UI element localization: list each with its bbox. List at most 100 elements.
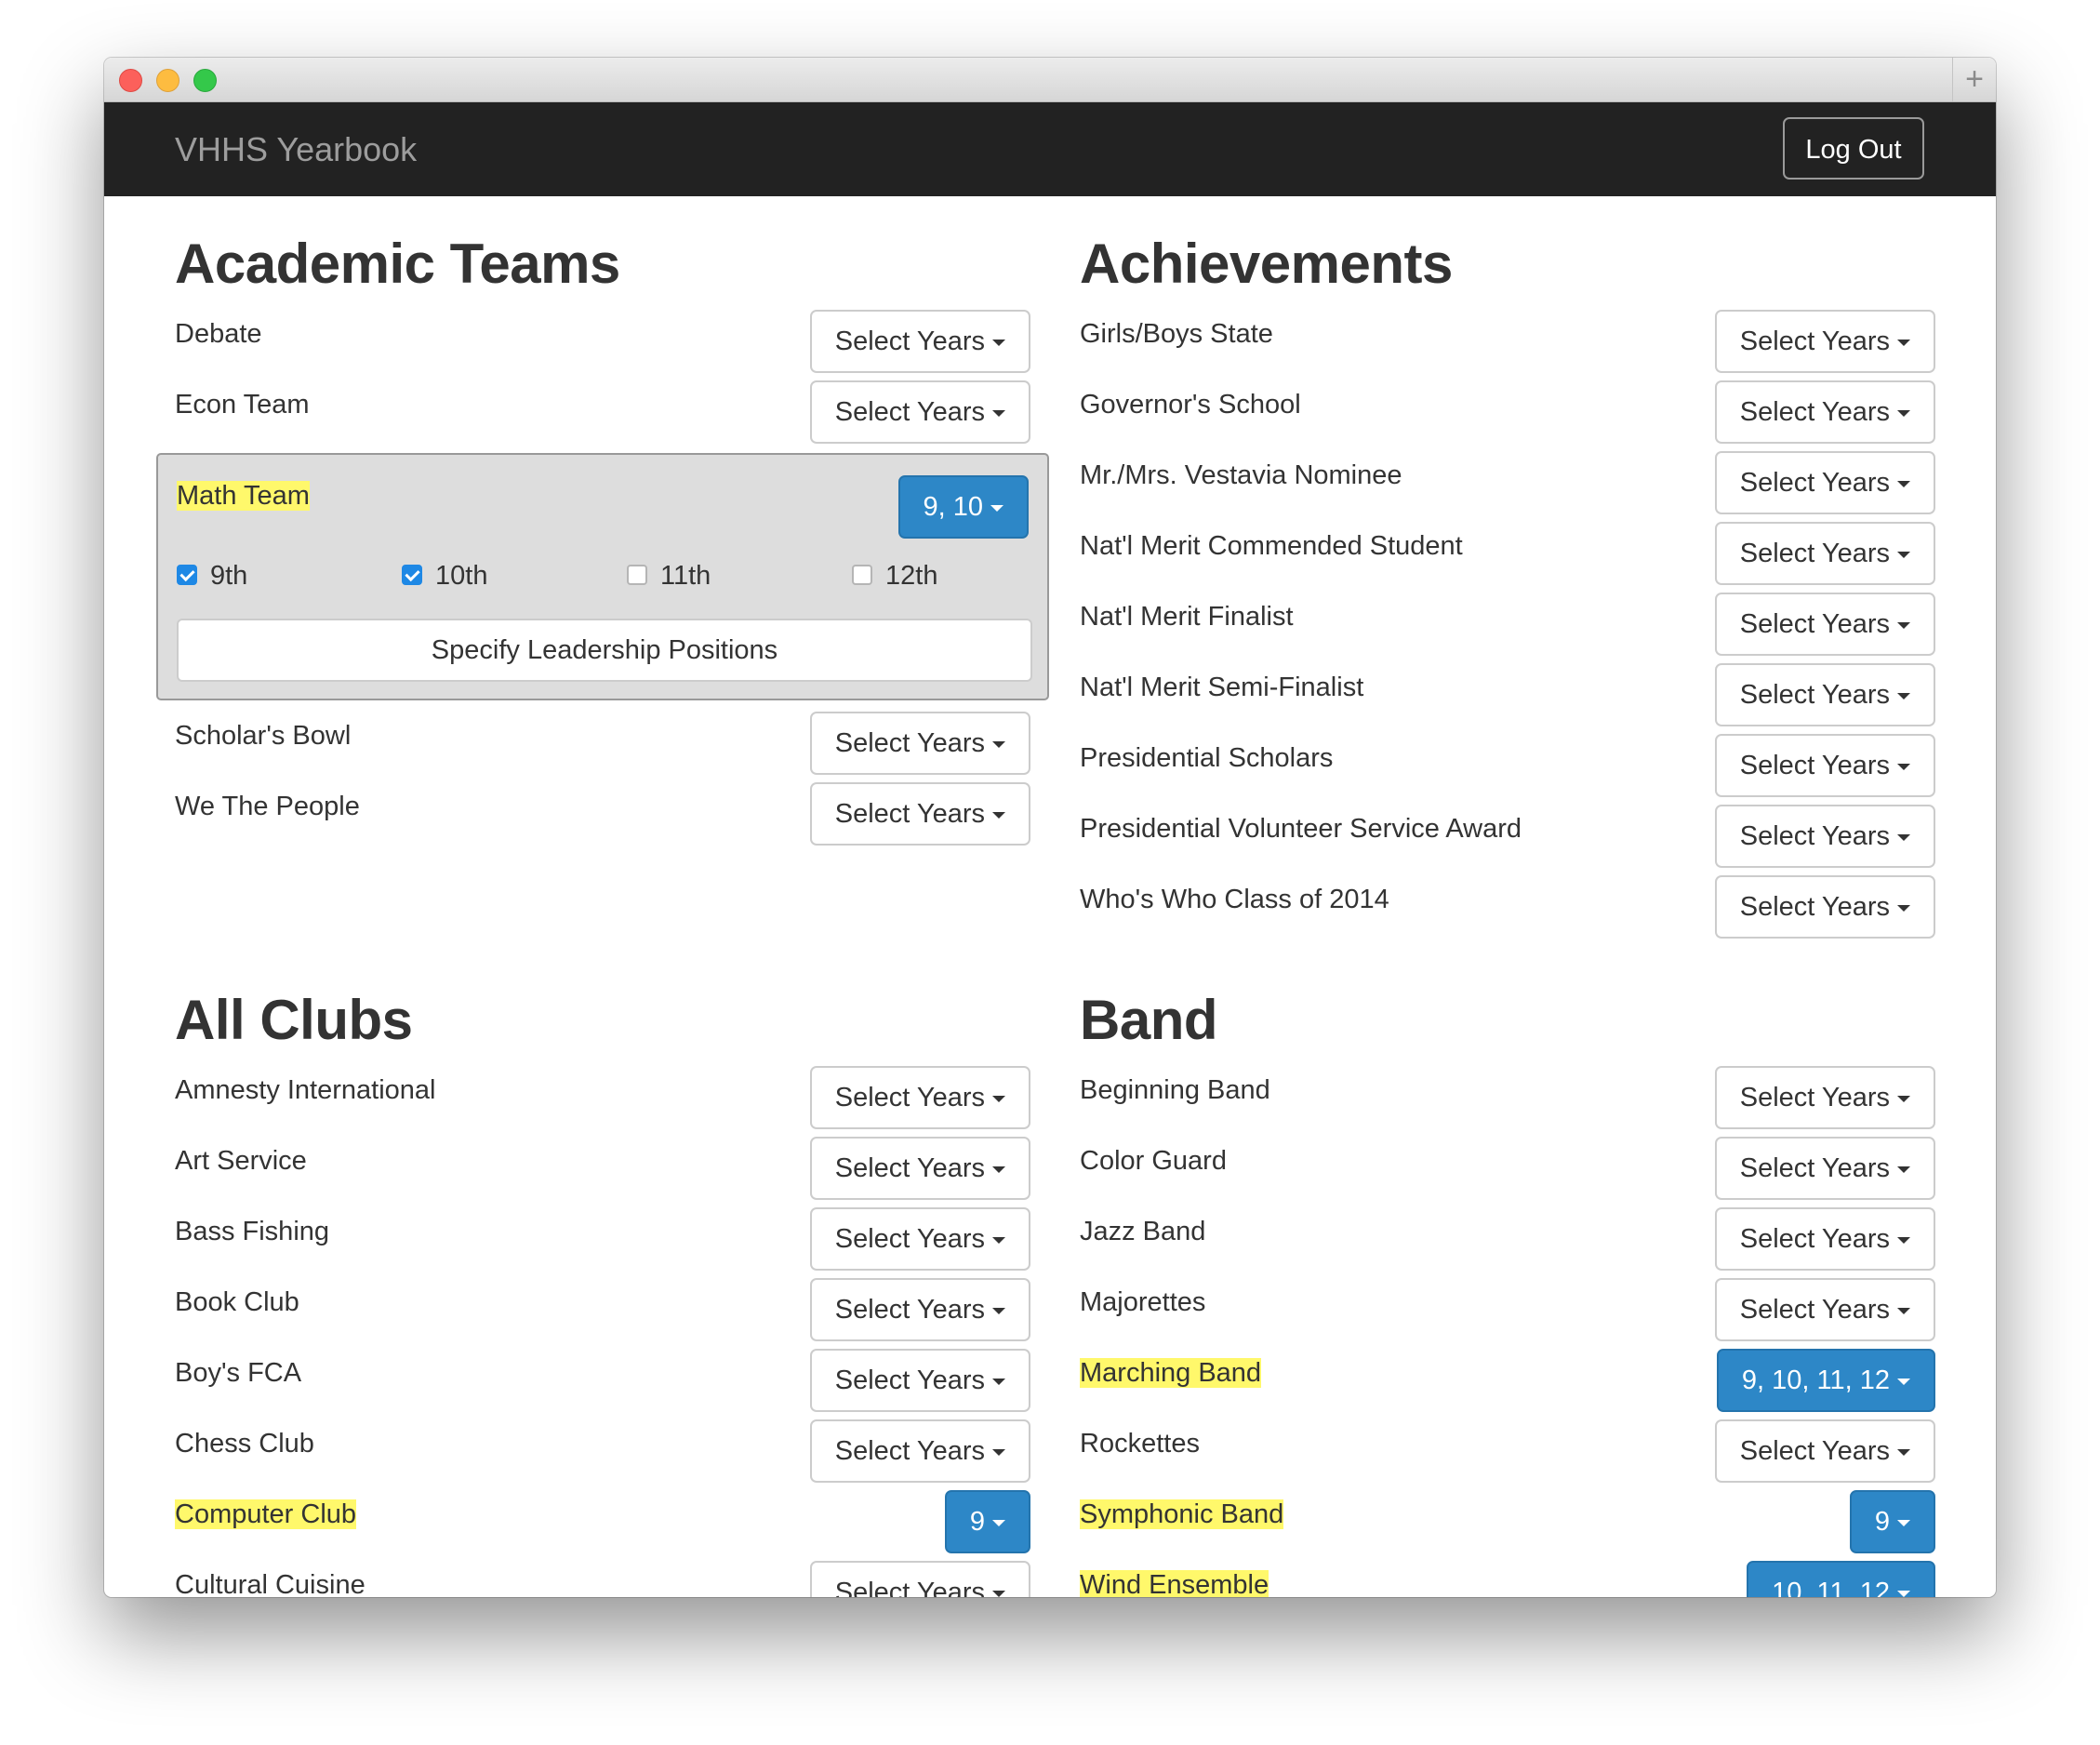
select-years-button[interactable]: 9, 10	[897, 475, 1029, 539]
select-years-button[interactable]: Select Years	[1714, 1207, 1935, 1271]
button-label: Select Years	[1739, 751, 1890, 780]
specify-leadership-button[interactable]: Specify Leadership Positions	[177, 619, 1032, 682]
select-years-button[interactable]: Select Years	[1714, 380, 1935, 444]
caret-down-icon	[992, 1519, 1005, 1526]
button-label: Select Years	[1739, 1436, 1890, 1466]
select-years-button[interactable]: Select Years	[809, 1349, 1030, 1412]
caret-down-icon	[992, 811, 1005, 819]
item-label: Nat'l Merit Semi-Finalist	[1080, 673, 1364, 702]
browser-window: + VHHS Yearbook Log Out Academic Teams D…	[104, 58, 1996, 1597]
select-years-button[interactable]: Select Years	[809, 1207, 1030, 1271]
button-label: Select Years	[834, 728, 985, 758]
brand-link[interactable]: VHHS Yearbook	[175, 102, 417, 196]
checkbox-label: 11th	[660, 561, 711, 591]
select-years-button[interactable]: Select Years	[1714, 1419, 1935, 1483]
select-years-button[interactable]: Select Years	[1714, 875, 1935, 939]
section-all-clubs: All Clubs Amnesty International Select Y…	[175, 980, 1030, 1597]
select-years-button[interactable]: Select Years	[809, 1137, 1030, 1200]
select-years-button[interactable]: Select Years	[1714, 1066, 1935, 1129]
year-checkbox-11th[interactable]: 11th	[627, 557, 711, 594]
button-label: Select Years	[1739, 892, 1890, 922]
select-years-button[interactable]: 9	[1849, 1490, 1935, 1553]
select-years-button[interactable]: 9, 10, 11, 12	[1716, 1349, 1935, 1412]
button-label: Select Years	[834, 326, 985, 356]
list-item: Nat'l Merit Semi-Finalist Select Years	[1080, 663, 1935, 734]
checkbox-unchecked-icon[interactable]	[852, 565, 872, 586]
caret-down-icon	[1897, 409, 1910, 417]
list-item: Debate Select Years	[175, 310, 1030, 380]
item-label: Marching Band	[1080, 1354, 1262, 1392]
select-years-button[interactable]: Select Years	[809, 310, 1030, 373]
list-item-expanded: Math Team 9, 10 9th 10th 11th 12th Speci…	[156, 451, 1049, 712]
select-years-button[interactable]: Select Years	[809, 1066, 1030, 1129]
select-years-button[interactable]: Select Years	[1714, 805, 1935, 868]
list-item: Beginning Band Select Years	[1080, 1066, 1935, 1137]
highlighted-label: Marching Band	[1080, 1358, 1262, 1388]
select-years-button[interactable]: Select Years	[809, 782, 1030, 846]
section-title-academic-teams: Academic Teams	[175, 233, 620, 295]
select-years-button[interactable]: Select Years	[1714, 1278, 1935, 1341]
list-item: Rockettes Select Years	[1080, 1419, 1935, 1490]
select-years-button[interactable]: Select Years	[1714, 1137, 1935, 1200]
select-years-button[interactable]: 10, 11, 12	[1747, 1561, 1935, 1597]
caret-down-icon	[992, 1590, 1005, 1597]
button-label: Select Years	[834, 1224, 985, 1254]
select-years-button[interactable]: Select Years	[1714, 310, 1935, 373]
logout-button[interactable]: Log Out	[1783, 117, 1924, 180]
zoom-window-button[interactable]	[193, 69, 217, 92]
item-label: We The People	[175, 792, 360, 821]
select-years-button[interactable]: Select Years	[1714, 522, 1935, 585]
checkbox-checked-icon[interactable]	[177, 565, 197, 586]
list-item: Econ Team Select Years	[175, 380, 1030, 451]
new-tab-button[interactable]: +	[1952, 58, 1996, 101]
button-label: Select Years	[1739, 1224, 1890, 1254]
checkbox-checked-icon[interactable]	[402, 565, 422, 586]
close-window-button[interactable]	[119, 69, 142, 92]
section-achievements: Achievements Girls/Boys State Select Yea…	[1080, 224, 1935, 939]
select-years-button[interactable]: Select Years	[809, 712, 1030, 775]
section-title-achievements: Achievements	[1080, 233, 1453, 295]
button-label: 9, 10, 11, 12	[1741, 1365, 1890, 1395]
checkbox-unchecked-icon[interactable]	[627, 565, 647, 586]
list-item: Jazz Band Select Years	[1080, 1207, 1935, 1278]
select-years-button[interactable]: 9	[944, 1490, 1030, 1553]
select-years-button[interactable]: Select Years	[1714, 734, 1935, 797]
highlighted-label: Wind Ensemble	[1080, 1570, 1269, 1597]
list-item: Book Club Select Years	[175, 1278, 1030, 1349]
year-checkbox-9th[interactable]: 9th	[177, 557, 247, 594]
list-item: Presidential Scholars Select Years	[1080, 734, 1935, 805]
list-item: Boy's FCA Select Years	[175, 1349, 1030, 1419]
item-label: Computer Club	[175, 1496, 357, 1533]
select-years-button[interactable]: Select Years	[1714, 663, 1935, 726]
select-years-button[interactable]: Select Years	[1714, 593, 1935, 656]
year-checkbox-10th[interactable]: 10th	[402, 557, 487, 594]
item-label: Majorettes	[1080, 1287, 1206, 1317]
minimize-window-button[interactable]	[156, 69, 179, 92]
list-item: Scholar's Bowl Select Years	[175, 712, 1030, 782]
item-label: Color Guard	[1080, 1146, 1227, 1176]
highlighted-label: Computer Club	[175, 1499, 357, 1529]
caret-down-icon	[1897, 904, 1910, 912]
highlighted-label: Math Team	[177, 481, 310, 511]
item-label: Bass Fishing	[175, 1217, 330, 1246]
select-years-button[interactable]: Select Years	[1714, 451, 1935, 514]
caret-down-icon	[992, 1095, 1005, 1102]
button-label: Select Years	[1739, 1153, 1890, 1183]
select-years-button[interactable]: Select Years	[809, 1278, 1030, 1341]
list-item: Nat'l Merit Commended Student Select Yea…	[1080, 522, 1935, 593]
list-item: Chess Club Select Years	[175, 1419, 1030, 1490]
caret-down-icon	[1897, 1307, 1910, 1314]
button-label: Select Years	[834, 1295, 985, 1325]
select-years-button[interactable]: Select Years	[809, 380, 1030, 444]
select-years-button[interactable]: Select Years	[809, 1561, 1030, 1597]
caret-down-icon	[1897, 1590, 1910, 1597]
list-item: Mr./Mrs. Vestavia Nominee Select Years	[1080, 451, 1935, 522]
item-label: Debate	[175, 319, 262, 349]
band-list: Beginning Band Select Years Color Guard …	[1080, 1066, 1935, 1597]
list-item: Symphonic Band 9	[1080, 1490, 1935, 1561]
button-label: 10, 11, 12	[1772, 1578, 1890, 1597]
item-label: Symphonic Band	[1080, 1496, 1284, 1533]
select-years-button[interactable]: Select Years	[809, 1419, 1030, 1483]
caret-down-icon	[992, 409, 1005, 417]
year-checkbox-12th[interactable]: 12th	[852, 557, 937, 594]
